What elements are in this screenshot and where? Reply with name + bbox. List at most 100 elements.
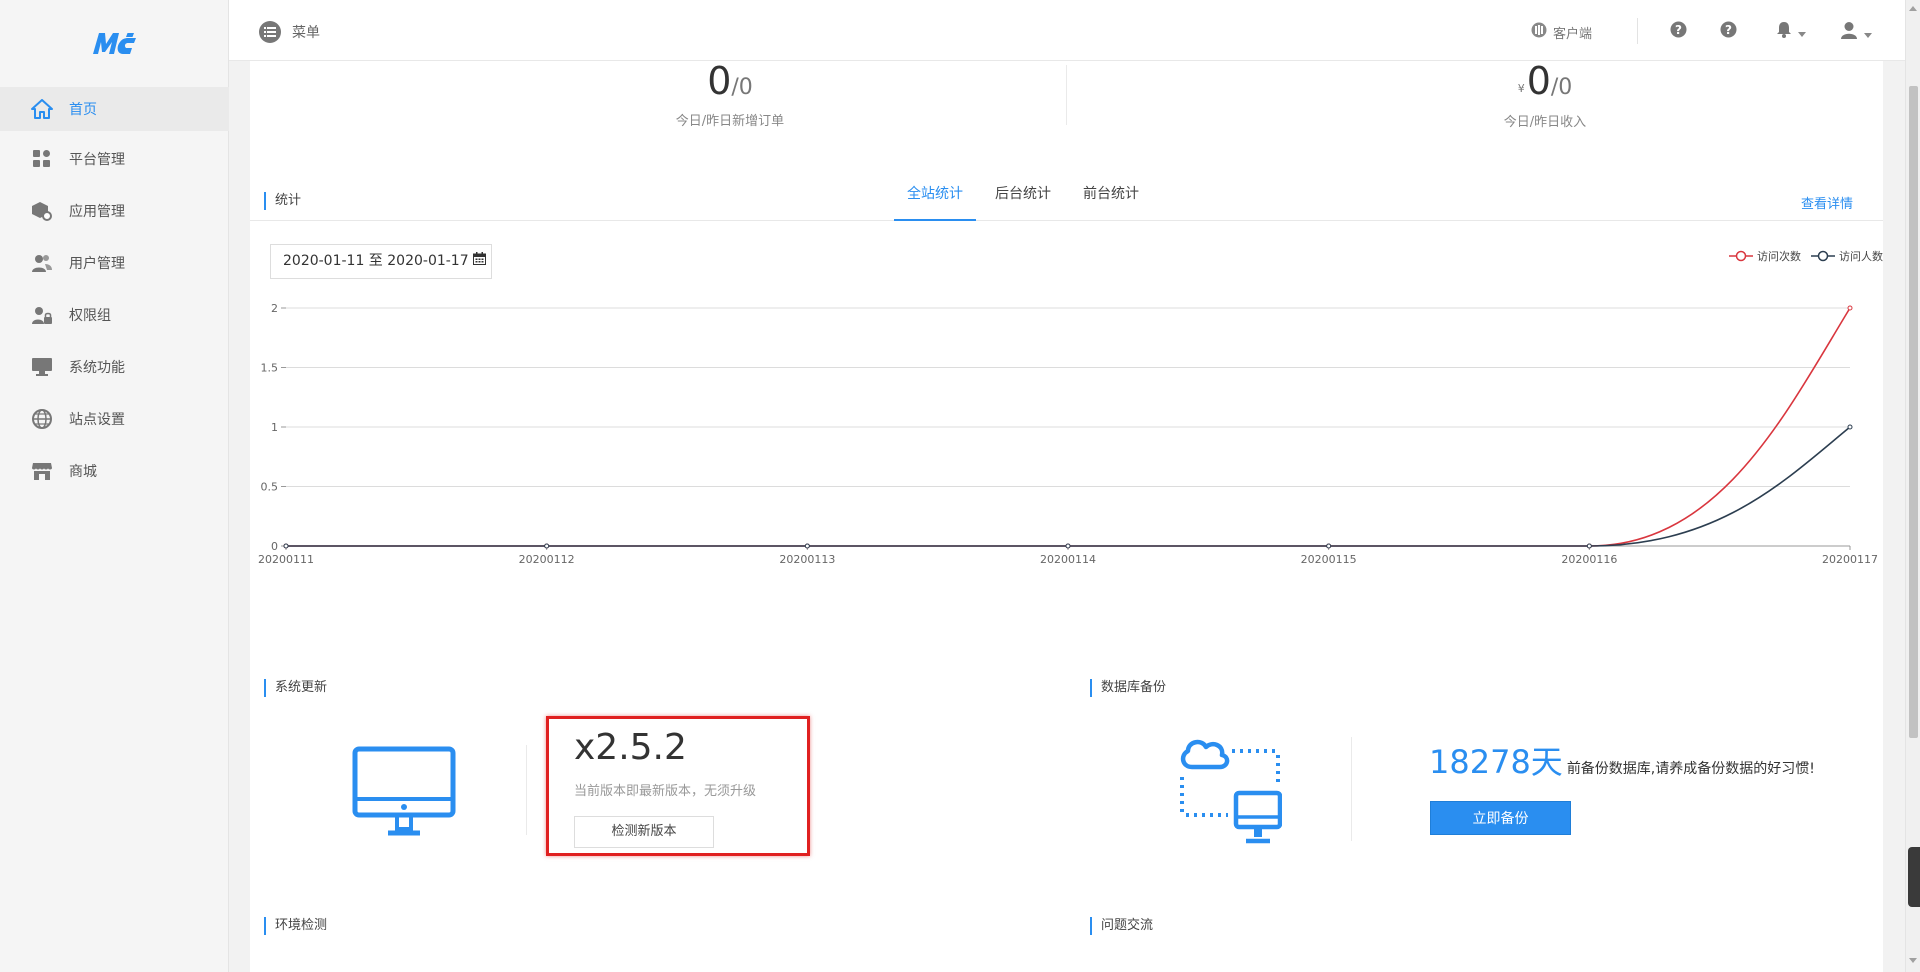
sidebar-item-label: 平台管理 [69, 152, 125, 168]
chevron-down-icon [1864, 23, 1872, 42]
update-divider [526, 745, 527, 835]
data-point [283, 543, 289, 549]
sidebar-item-home[interactable]: 首页 [0, 87, 229, 131]
y-tick-label: 0 [271, 540, 278, 553]
data-point [804, 543, 810, 549]
monitor-illustration-icon [352, 746, 456, 842]
y-tick-label: 0.5 [261, 481, 279, 494]
cloud-backup-illustration-icon [1178, 737, 1283, 849]
client-icon [1531, 22, 1547, 42]
sidebar-item-label: 系统功能 [69, 360, 125, 376]
update-section-title: 系统更新 [264, 679, 327, 697]
notifications-button[interactable] [1776, 21, 1806, 42]
globe-icon [30, 407, 54, 431]
floating-side-widget[interactable] [1908, 847, 1920, 907]
tab-backend-stats[interactable]: 后台统计 [982, 178, 1064, 221]
orders-yesterday: /0 [731, 75, 753, 100]
stats-tabs: 全站统计 后台统计 前台统计 [250, 178, 1883, 221]
qa-title: 问题交流 [1090, 917, 1153, 935]
backup-days: 18278天 前备份数据库,请养成备份数据的好习惯! [1429, 742, 1815, 782]
sidebar-item-permission-group[interactable]: 权限组 [0, 293, 229, 337]
x-tick-label: 20200113 [779, 553, 835, 566]
data-point [1326, 543, 1332, 549]
top-header: 菜单 客户端 ? ? [229, 0, 1905, 61]
help-button[interactable]: ? [1670, 21, 1687, 42]
x-tick-label: 20200117 [1822, 553, 1878, 566]
header-divider [1637, 18, 1638, 44]
stats-section-title: 统计 [264, 192, 301, 210]
income-caption: 今日/昨日收入 [1503, 115, 1587, 130]
summary-divider [1066, 65, 1067, 125]
y-tick-label: 2 [271, 302, 278, 315]
brand-logo-icon [93, 33, 136, 54]
store-icon [30, 459, 54, 483]
x-tick-label: 20200114 [1040, 553, 1096, 566]
orders-summary: 0/0 今日/昨日新增订单 [530, 61, 930, 131]
check-update-button[interactable]: 检测新版本 [574, 816, 714, 848]
sidebar-item-label: 商城 [69, 464, 97, 480]
client-label: 客户端 [1553, 26, 1593, 42]
svg-text:?: ? [1725, 23, 1732, 37]
sidebar-item-system[interactable]: 系统功能 [0, 345, 229, 389]
question-icon: ? [1720, 21, 1737, 42]
sidebar-item-label: 权限组 [69, 308, 111, 324]
data-point [1847, 305, 1853, 311]
client-button[interactable]: 客户端 [1531, 22, 1592, 42]
y-tick-label: 1 [271, 421, 278, 434]
scroll-down-arrow-icon[interactable] [1909, 958, 1917, 963]
main-content: 0/0 今日/昨日新增订单 ¥0/0 今日/昨日收入 全站统计 后台统计 前台统… [250, 61, 1883, 972]
sidebar-item-site-settings[interactable]: 站点设置 [0, 397, 229, 441]
backup-days-count: 18278天 [1429, 743, 1563, 781]
bell-icon [1776, 21, 1792, 42]
sidebar-item-platform[interactable]: 平台管理 [0, 137, 229, 181]
monitor-icon [30, 355, 54, 379]
sidebar-item-users[interactable]: 用户管理 [0, 241, 229, 285]
question-icon: ? [1670, 21, 1687, 42]
x-tick-label: 20200111 [258, 553, 314, 566]
view-detail-link[interactable]: 查看详情 [1801, 193, 1853, 212]
user-lock-icon [30, 303, 54, 327]
sidebar: 首页 平台管理 应用管理 用户管理 权限组 系统功能 站点设置 商城 [0, 0, 229, 972]
tab-frontend-stats[interactable]: 前台统计 [1070, 178, 1152, 221]
home-icon [30, 97, 54, 121]
user-icon [1840, 21, 1858, 43]
chevron-down-icon [1798, 22, 1806, 41]
tab-site-stats[interactable]: 全站统计 [894, 178, 976, 221]
grid-icon [30, 147, 54, 171]
scroll-thumb[interactable] [1909, 86, 1918, 738]
income-today: 0 [1526, 59, 1551, 103]
data-point [544, 543, 550, 549]
list-icon [259, 21, 281, 43]
env-check-title: 环境检测 [264, 917, 327, 935]
box-gear-icon [30, 199, 54, 223]
income-yesterday: /0 [1550, 75, 1573, 100]
logo[interactable] [0, 0, 228, 86]
visits-line-chart: 0 0.5 1 1.5 2 20200111 20200112 20200113 2020011… [258, 302, 1878, 566]
sidebar-item-store[interactable]: 商城 [0, 449, 229, 493]
orders-caption: 今日/昨日新增订单 [675, 114, 785, 129]
version-description: 当前版本即最新版本，无须升级 [574, 784, 757, 799]
data-point [1586, 543, 1592, 549]
data-point [1065, 543, 1071, 549]
income-summary: ¥0/0 今日/昨日收入 [1345, 61, 1745, 131]
sidebar-item-apps[interactable]: 应用管理 [0, 189, 229, 233]
x-tick-label: 20200115 [1301, 553, 1357, 566]
app-root: 首页 平台管理 应用管理 用户管理 权限组 系统功能 站点设置 商城 菜单 客户… [0, 0, 1920, 972]
backup-divider [1351, 737, 1352, 841]
menu-toggle-button[interactable]: 菜单 [259, 21, 320, 43]
help-button-2[interactable]: ? [1720, 21, 1737, 42]
menu-label: 菜单 [292, 25, 320, 41]
backup-message: 前备份数据库,请养成备份数据的好习惯! [1566, 761, 1815, 777]
backup-section-title: 数据库备份 [1090, 679, 1166, 697]
sidebar-item-label: 应用管理 [69, 204, 125, 220]
svg-text:?: ? [1675, 23, 1682, 37]
users-icon [30, 251, 54, 275]
scroll-up-arrow-icon[interactable] [1909, 6, 1917, 11]
sidebar-item-label: 站点设置 [69, 412, 125, 428]
x-tick-label: 20200116 [1561, 553, 1617, 566]
user-menu-button[interactable] [1840, 21, 1872, 43]
version-number: x2.5.2 [574, 727, 687, 768]
page-scrollbar[interactable] [1905, 0, 1920, 972]
sidebar-item-label: 首页 [69, 102, 97, 118]
backup-now-button[interactable]: 立即备份 [1430, 801, 1571, 835]
